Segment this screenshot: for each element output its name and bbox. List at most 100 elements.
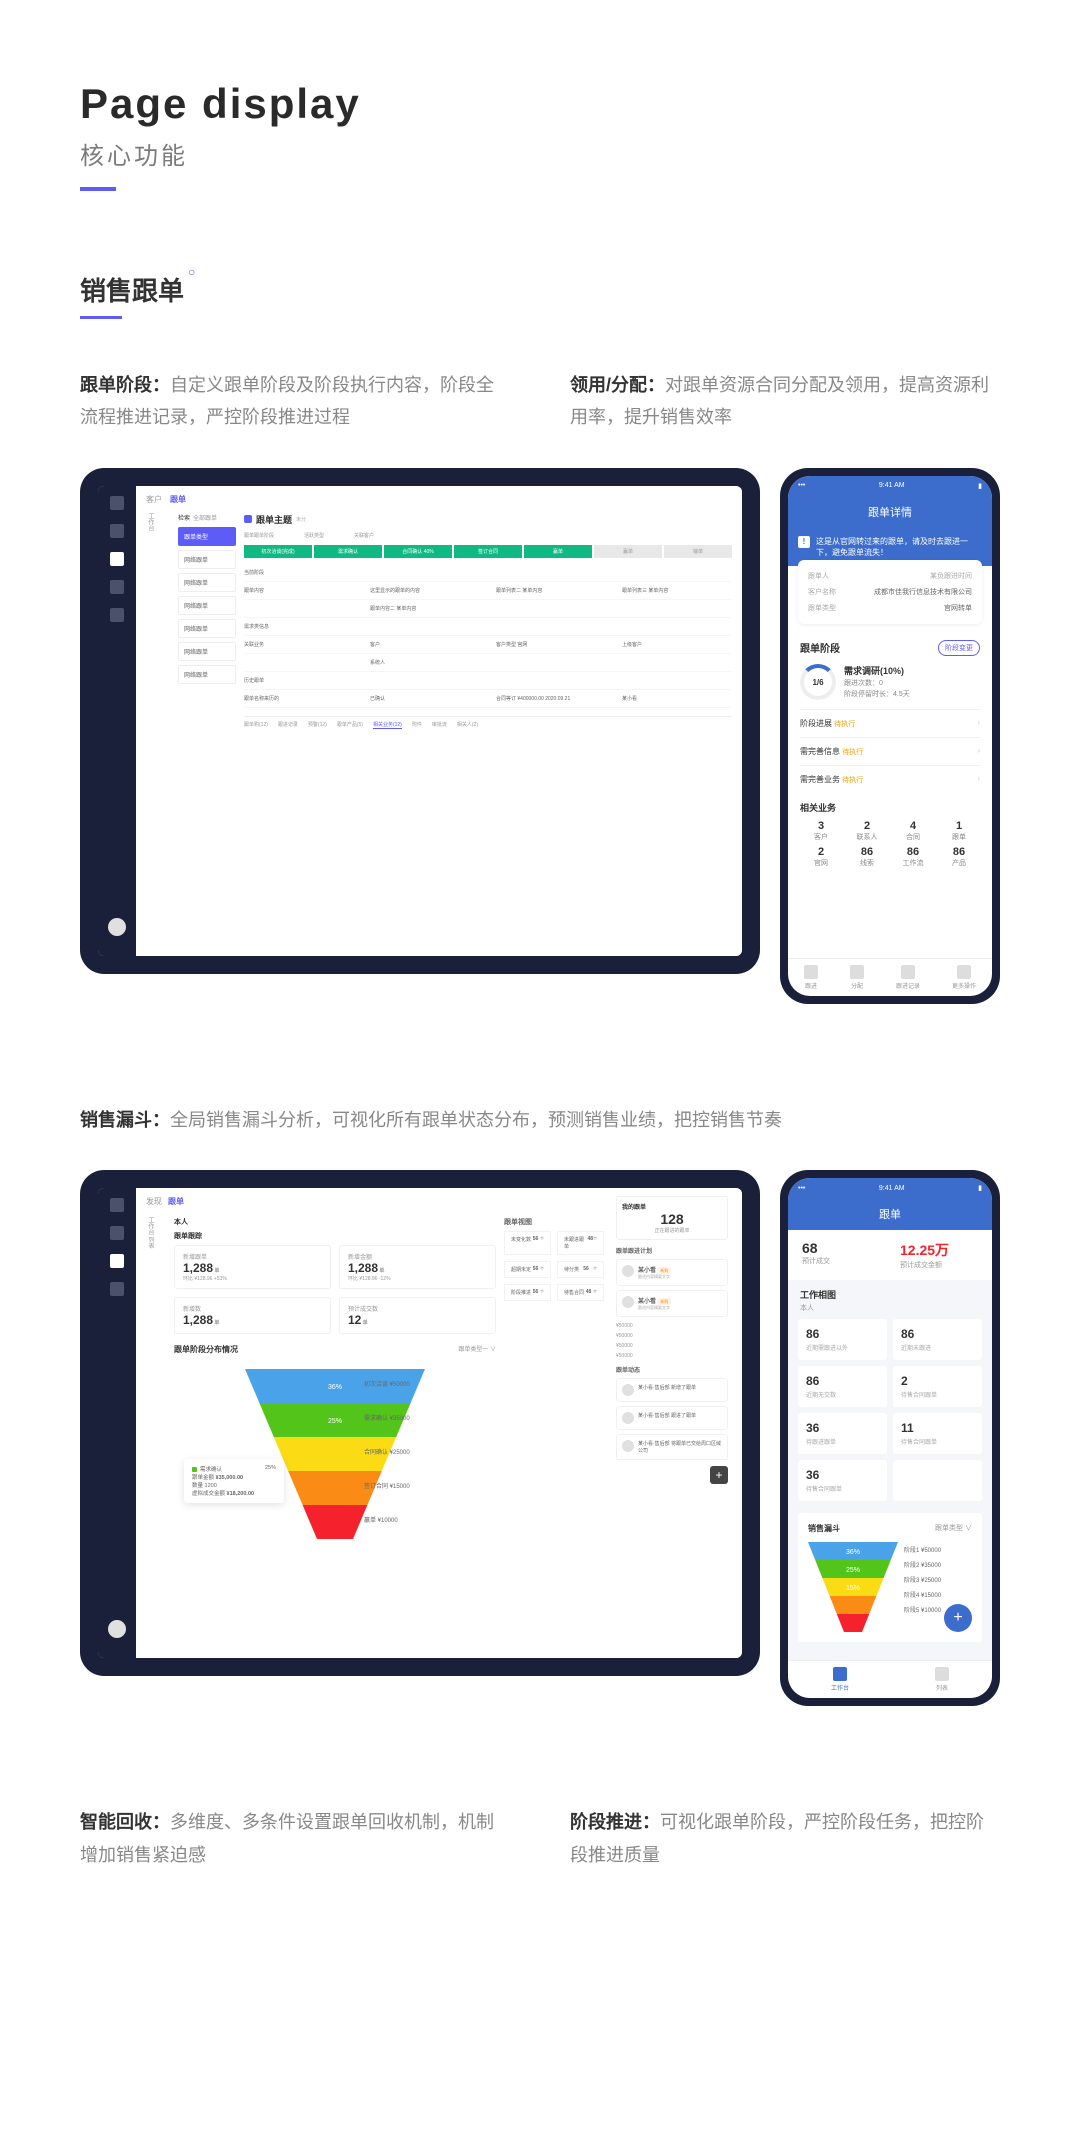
main-header: 客户 跟单 bbox=[146, 494, 732, 505]
overview-row[interactable]: 待分类56个 bbox=[557, 1261, 604, 1278]
order-icon[interactable] bbox=[110, 552, 124, 566]
filter-item[interactable]: 网络跟单 bbox=[178, 665, 236, 684]
desc-title: 跟单阶段： bbox=[80, 375, 170, 395]
stage-progress: 初次洽谈(完成) 需求确认 合同确认 40% 签订合同 赢单 赢单 输单 bbox=[244, 545, 732, 558]
biz-cell[interactable]: 2联系人 bbox=[846, 820, 888, 842]
progress-ring: 1/6 bbox=[800, 664, 836, 700]
menu-icon[interactable] bbox=[110, 496, 124, 510]
metric-cell[interactable]: 11待售合同跟单 bbox=[893, 1413, 982, 1454]
field-label: 跟单类型 bbox=[808, 603, 836, 613]
tab[interactable]: 跟单购(12) bbox=[244, 721, 268, 729]
metric-cell[interactable]: 2待售合同跟单 bbox=[893, 1366, 982, 1407]
tab[interactable]: 附件 bbox=[412, 721, 422, 729]
field-value: 官网转单 bbox=[944, 603, 972, 613]
change-stage-button[interactable]: 阶段变更 bbox=[938, 640, 980, 656]
order-icon[interactable] bbox=[110, 1254, 124, 1268]
biz-cell[interactable]: 3客户 bbox=[800, 820, 842, 842]
person-card[interactable]: 某小看 新购跟进内容摘要文字 bbox=[616, 1290, 728, 1317]
more-icon bbox=[957, 965, 971, 979]
biz-cell[interactable]: 86产品 bbox=[938, 846, 980, 868]
task-row[interactable]: 需完善信息 待执行› bbox=[800, 737, 980, 765]
stage-chip[interactable]: 赢单 bbox=[594, 545, 662, 558]
section-title: 相关业务 bbox=[800, 801, 980, 814]
funnel-title: 跟单阶段分布情况 bbox=[174, 1344, 238, 1355]
person-card[interactable]: 某小看 新购跟进内容摘要文字 bbox=[616, 1259, 728, 1286]
biz-cell[interactable]: 4合同 bbox=[892, 820, 934, 842]
tab-customer[interactable]: 客户 bbox=[146, 494, 162, 505]
chart-icon[interactable] bbox=[110, 1282, 124, 1296]
biz-cell[interactable]: 1跟单 bbox=[938, 820, 980, 842]
chart-icon[interactable] bbox=[110, 580, 124, 594]
tab-list[interactable]: 列表 bbox=[935, 1667, 949, 1692]
kpi-title: 跟单跟踪 bbox=[174, 1231, 496, 1241]
metric-cell[interactable]: 36待跟进跟单 bbox=[798, 1413, 887, 1454]
metric-cell[interactable]: 86近期需跟进以外 bbox=[798, 1319, 887, 1360]
biz-cell[interactable]: 86线索 bbox=[846, 846, 888, 868]
task-row[interactable]: 需完善业务 待执行› bbox=[800, 765, 980, 793]
phone-screen: ••• 9:41 AM ▮ 跟单详情 ! 这是从官网转过来的跟单，请及时去跟进一… bbox=[788, 476, 992, 996]
action-more[interactable]: 更多操作 bbox=[952, 965, 976, 990]
overview-row[interactable]: 待售合同48个 bbox=[557, 1284, 604, 1301]
stage-chip[interactable]: 初次洽谈(完成) bbox=[244, 545, 312, 558]
tab-discover[interactable]: 发现 bbox=[146, 1197, 162, 1206]
overview-row[interactable]: 超期未定56个 bbox=[504, 1261, 551, 1278]
signal-icon: ••• bbox=[798, 1185, 805, 1192]
filter-search[interactable]: 检索 bbox=[178, 513, 190, 522]
task-row[interactable]: 阶段进展 待执行› bbox=[800, 709, 980, 737]
action-follow[interactable]: 跟进 bbox=[804, 965, 818, 990]
biz-cell[interactable]: 2官网 bbox=[800, 846, 842, 868]
tab[interactable]: 跟单产品(5) bbox=[337, 721, 363, 729]
stage-chip[interactable]: 输单 bbox=[664, 545, 732, 558]
tab-order[interactable]: 跟单 bbox=[168, 1197, 184, 1206]
funnel-type-select[interactable]: 跟单类型 ∨ bbox=[935, 1523, 972, 1534]
menu-icon[interactable] bbox=[110, 1198, 124, 1212]
metric-cell[interactable]: 86近期未跟进 bbox=[893, 1319, 982, 1360]
stage-metric: 跟进次数：0 bbox=[844, 678, 980, 689]
funnel-type-select[interactable]: 跟单类型一 ∨ bbox=[458, 1344, 496, 1363]
tab[interactable]: 相关人(2) bbox=[457, 721, 478, 729]
tab[interactable]: 预警(12) bbox=[308, 721, 327, 729]
add-button[interactable]: + bbox=[710, 1466, 728, 1484]
desc-title: 销售漏斗： bbox=[80, 1110, 170, 1130]
action-assign[interactable]: 分配 bbox=[850, 965, 864, 990]
overview-row[interactable]: 未变化数56个 bbox=[504, 1231, 551, 1255]
right-panel: 我的跟单 128 正在跟进的跟单 跟单跟进计划 某小看 新购跟进内容摘要文字某小… bbox=[612, 1196, 732, 1650]
filter-item[interactable]: 网络跟单 bbox=[178, 550, 236, 569]
metric-cell[interactable]: 36待售合同跟单 bbox=[798, 1460, 887, 1501]
work-view-sub[interactable]: 本人 bbox=[788, 1303, 992, 1313]
filter-item[interactable]: 网络跟单 bbox=[178, 642, 236, 661]
filter-all[interactable]: 全部跟单 bbox=[193, 513, 217, 522]
home-icon[interactable] bbox=[110, 1226, 124, 1240]
tab[interactable]: 相关业务(12) bbox=[373, 721, 402, 729]
filter-item[interactable]: 网络跟单 bbox=[178, 596, 236, 615]
filter-item[interactable]: 跟单类型 bbox=[178, 527, 236, 546]
user-avatar[interactable] bbox=[108, 1620, 126, 1638]
overview-row[interactable]: 未跟进跟单48个 bbox=[557, 1231, 604, 1255]
tab-workspace[interactable]: 工作台 bbox=[831, 1667, 849, 1692]
record-icon bbox=[901, 965, 915, 979]
funnel-tooltip: 需求确认 25% 跟单金额 ¥35,000.00 数量 1200 虚拟成交金额 … bbox=[184, 1459, 284, 1503]
stat-card: 新增数1,288 单 bbox=[174, 1297, 331, 1334]
stage-chip[interactable]: 签订合同 bbox=[454, 545, 522, 558]
filter-item[interactable]: 网络跟单 bbox=[178, 619, 236, 638]
stage-chip[interactable]: 赢单 bbox=[524, 545, 592, 558]
tablet-screen: 发现跟单 工作台 列表 本人 跟单跟踪 新增跟单1,288 单环比 ¥128.9… bbox=[98, 1188, 742, 1658]
stage-chip[interactable]: 合同确认 40% bbox=[384, 545, 452, 558]
overview-row[interactable]: 阶段推进56个 bbox=[504, 1284, 551, 1301]
home-icon[interactable] bbox=[110, 524, 124, 538]
user-avatar[interactable] bbox=[108, 918, 126, 936]
phone-status-bar: ••• 9:41 AM ▮ bbox=[788, 1178, 992, 1198]
settings-icon[interactable] bbox=[110, 608, 124, 622]
metric-cell[interactable]: 86近期无交数 bbox=[798, 1366, 887, 1407]
person-select[interactable]: 本人 bbox=[174, 1217, 496, 1227]
action-record[interactable]: 跟进记录 bbox=[896, 965, 920, 990]
stage-chip[interactable]: 需求确认 bbox=[314, 545, 382, 558]
metric-cell[interactable] bbox=[893, 1460, 982, 1501]
tab-order[interactable]: 跟单 bbox=[170, 494, 186, 505]
biz-cell[interactable]: 86工作流 bbox=[892, 846, 934, 868]
section-label: 销售跟单 bbox=[80, 271, 1000, 308]
fab-add-button[interactable]: + bbox=[944, 1604, 972, 1632]
tab[interactable]: 跟进记录 bbox=[278, 721, 298, 729]
tab[interactable]: 审批流 bbox=[432, 721, 447, 729]
filter-item[interactable]: 网络跟单 bbox=[178, 573, 236, 592]
